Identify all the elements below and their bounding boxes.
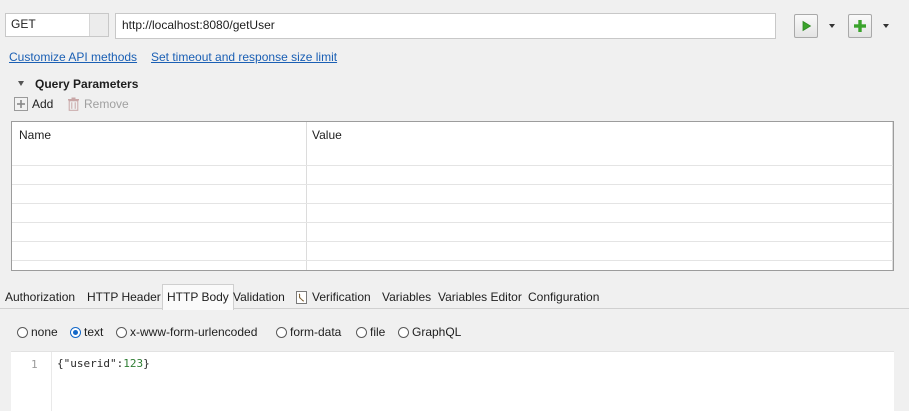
radio-circle xyxy=(356,326,367,338)
radio-label: GraphQL xyxy=(412,325,462,339)
radio-label: text xyxy=(84,325,104,339)
chevron-down-icon xyxy=(829,24,835,28)
line-gutter: 1 xyxy=(11,352,52,411)
script-icon xyxy=(296,290,307,304)
body-editor[interactable]: 1 {"userid":123} xyxy=(11,351,894,411)
tab-configuration[interactable]: Configuration xyxy=(528,286,599,308)
radio-label: x-www-form-urlencoded xyxy=(130,325,258,339)
radio-label: none xyxy=(31,325,58,339)
method-select[interactable]: GET xyxy=(5,13,109,37)
plus-icon xyxy=(854,20,866,32)
tab-validation[interactable]: Validation xyxy=(233,286,285,308)
column-divider[interactable] xyxy=(306,122,307,270)
tab-http-header[interactable]: HTTP Header xyxy=(87,286,161,308)
column-divider xyxy=(892,122,893,270)
chevron-down-icon xyxy=(883,24,889,28)
tab-bar: Authorization HTTP Header HTTP Body Vali… xyxy=(0,284,909,310)
table-row[interactable] xyxy=(12,241,893,242)
run-button[interactable] xyxy=(794,14,818,38)
table-row[interactable] xyxy=(12,165,893,166)
triangle-down-icon xyxy=(18,81,24,86)
radio-circle xyxy=(398,326,409,338)
column-header-name: Name xyxy=(19,128,52,142)
radio-graphql[interactable]: GraphQL xyxy=(398,325,461,339)
set-timeout-link[interactable]: Set timeout and response size limit xyxy=(151,50,337,64)
code-token-string: {"userid": xyxy=(57,357,124,370)
url-value: http://localhost:8080/getUser xyxy=(122,18,275,32)
url-input[interactable]: http://localhost:8080/getUser xyxy=(115,13,776,39)
remove-param-label: Remove xyxy=(84,97,129,111)
tab-authorization[interactable]: Authorization xyxy=(5,286,75,308)
run-options-dropdown[interactable] xyxy=(829,24,835,28)
query-params-table[interactable]: Name Value xyxy=(11,121,894,271)
radio-label: file xyxy=(370,325,386,339)
radio-none[interactable]: none xyxy=(17,325,58,339)
radio-label: form-data xyxy=(290,325,342,339)
method-dropdown-toggle[interactable] xyxy=(89,14,108,36)
trash-icon xyxy=(68,97,79,111)
table-row[interactable] xyxy=(12,222,893,223)
radio-form-data[interactable]: form-data xyxy=(276,325,341,339)
table-header: Name Value xyxy=(12,122,893,147)
add-icon xyxy=(14,97,28,111)
code-line[interactable]: {"userid":123} xyxy=(57,357,150,370)
radio-circle xyxy=(17,326,28,338)
radio-circle xyxy=(116,326,127,338)
customize-api-methods-link[interactable]: Customize API methods xyxy=(9,50,137,64)
section-title: Query Parameters xyxy=(35,77,139,91)
table-row[interactable] xyxy=(12,184,893,185)
add-step-button[interactable] xyxy=(848,14,872,38)
add-param-button[interactable]: Add xyxy=(14,97,53,111)
play-icon xyxy=(802,20,812,32)
table-row[interactable] xyxy=(12,203,893,204)
radio-circle-selected xyxy=(70,326,81,338)
column-header-value: Value xyxy=(312,128,342,142)
radio-file[interactable]: file xyxy=(356,325,385,339)
tab-verification[interactable]: Verification xyxy=(296,286,371,308)
table-row[interactable] xyxy=(12,260,893,261)
code-token-brace: } xyxy=(143,357,150,370)
tab-variables[interactable]: Variables xyxy=(382,286,431,308)
radio-circle xyxy=(276,326,287,338)
tab-verification-label: Verification xyxy=(312,290,371,304)
tab-bar-divider xyxy=(0,308,909,309)
radio-x-www-form-urlencoded[interactable]: x-www-form-urlencoded xyxy=(116,325,257,339)
tab-http-body[interactable]: HTTP Body xyxy=(162,284,234,310)
tab-variables-editor[interactable]: Variables Editor xyxy=(438,286,522,308)
add-param-label: Add xyxy=(32,97,54,111)
line-number: 1 xyxy=(31,358,38,371)
code-token-number: 123 xyxy=(123,357,144,370)
radio-text[interactable]: text xyxy=(70,325,103,339)
add-options-dropdown[interactable] xyxy=(883,24,889,28)
method-value: GET xyxy=(11,17,36,31)
section-collapse-toggle[interactable] xyxy=(18,81,24,86)
remove-param-button[interactable]: Remove xyxy=(67,97,129,111)
